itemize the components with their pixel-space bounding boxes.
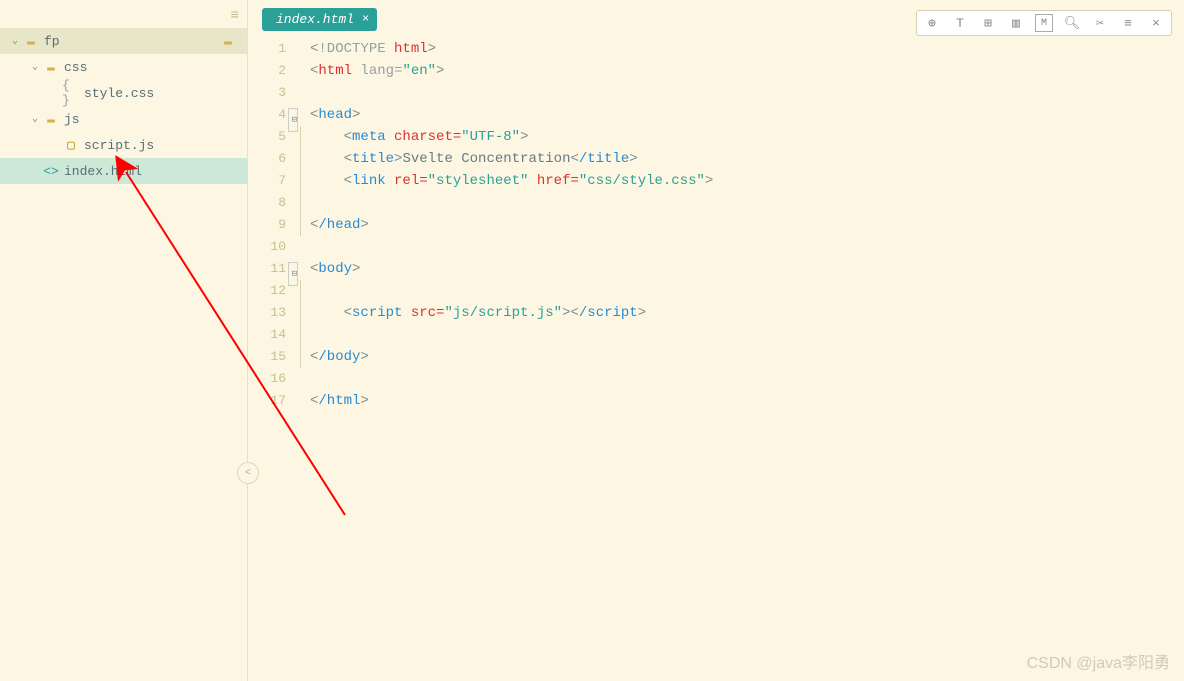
line-number: 2 — [248, 60, 286, 82]
tab-index-html[interactable]: index.html × — [262, 8, 377, 31]
folder-icon: ▬ — [42, 60, 60, 75]
tree-label: index.html — [64, 164, 142, 179]
chevron-down-icon: ⌄ — [28, 61, 42, 73]
folder-js[interactable]: ⌄ ▬ js — [0, 106, 247, 132]
line-number: 16 — [248, 368, 286, 390]
folder-icon: ▬ — [42, 112, 60, 127]
line-number: 17 — [248, 390, 286, 412]
line-number: 11⊟ — [248, 258, 286, 280]
file-script-js[interactable]: ▢ script.js — [0, 132, 247, 158]
chevron-down-icon: ⌄ — [8, 35, 22, 47]
text-icon[interactable]: T — [951, 14, 969, 32]
line-number: 7 — [248, 170, 286, 192]
line-number: 5 — [248, 126, 286, 148]
line-number: 13 — [248, 302, 286, 324]
close-icon[interactable]: × — [362, 12, 369, 26]
markdown-icon[interactable]: M — [1035, 14, 1053, 32]
file-index-html[interactable]: <> index.html — [0, 158, 247, 184]
tree-label: css — [64, 60, 87, 75]
line-gutter: 1 2 3 4⊟ 5 6 7 8 9 10 11⊟ 12 13 14 15 16… — [248, 38, 292, 681]
tree-label: script.js — [84, 138, 154, 153]
folder-open-icon: ▬ — [219, 34, 237, 49]
line-number: 14 — [248, 324, 286, 346]
tree-label: style.css — [84, 86, 154, 101]
chevron-down-icon: ⌄ — [28, 113, 42, 125]
js-file-icon: ▢ — [62, 138, 80, 153]
scissors-icon[interactable]: ✂ — [1091, 14, 1109, 32]
tree-label: js — [64, 112, 80, 127]
line-number: 9 — [248, 214, 286, 236]
search-icon[interactable]: 🔍︎ — [1063, 14, 1081, 32]
project-root[interactable]: ⌄ ▬ fp ▬ — [0, 28, 247, 54]
css-file-icon: { } — [62, 78, 80, 108]
grid-icon[interactable]: ⊞ — [979, 14, 997, 32]
line-number: 1 — [248, 38, 286, 60]
editor-toolbar: ⊕ T ⊞ ▥ M 🔍︎ ✂ ≡ × — [916, 10, 1172, 36]
close-icon[interactable]: × — [1147, 14, 1165, 32]
collapse-sidebar-icon[interactable]: < — [237, 462, 259, 484]
folder-css[interactable]: ⌄ ▬ css — [0, 54, 247, 80]
line-number: 12 — [248, 280, 286, 302]
file-style-css[interactable]: { } style.css — [0, 80, 247, 106]
hamburger-icon[interactable]: ≡ — [231, 8, 239, 24]
html-file-icon: <> — [42, 164, 60, 179]
file-explorer: ≡ ⌄ ▬ fp ▬ ⌄ ▬ css { } style.css ⌄ ▬ js — [0, 0, 248, 681]
watermark: CSDN @java李阳勇 — [1027, 649, 1170, 673]
editor-pane: < index.html × 1 2 3 4⊟ 5 6 7 8 9 10 11⊟… — [248, 0, 1184, 681]
menu-icon[interactable]: ≡ — [1119, 14, 1137, 32]
project-label: fp — [44, 34, 60, 49]
line-number: 8 — [248, 192, 286, 214]
folder-icon: ▬ — [22, 34, 40, 49]
columns-icon[interactable]: ▥ — [1007, 14, 1025, 32]
line-number: 10 — [248, 236, 286, 258]
line-number: 6 — [248, 148, 286, 170]
code-content[interactable]: <!DOCTYPE html> <html lang="en"> <head> … — [292, 38, 1184, 681]
line-number: 3 — [248, 82, 286, 104]
line-number: 4⊟ — [248, 104, 286, 126]
tab-label: index.html — [276, 12, 354, 27]
target-icon[interactable]: ⊕ — [923, 14, 941, 32]
line-number: 15 — [248, 346, 286, 368]
